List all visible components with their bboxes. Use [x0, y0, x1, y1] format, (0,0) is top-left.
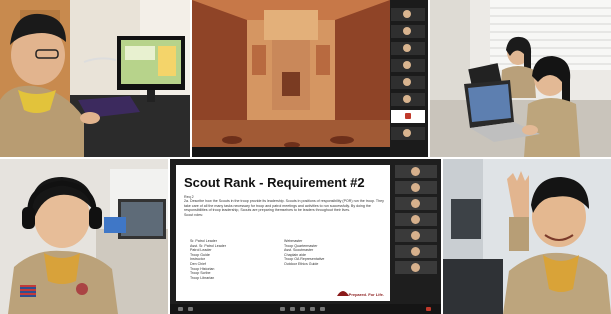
zoom-toolbar: [170, 304, 441, 314]
participant-thumbnail: [395, 181, 437, 194]
slide-body: Req 2 2a. Describe how the Scouts in the…: [184, 195, 384, 217]
participants-icon: [280, 307, 285, 311]
participant-thumbnail: [391, 110, 425, 123]
participant-thumbnail: [391, 127, 425, 140]
presentation-slide: Scout Rank - Requirement #2 Req 2 2a. De…: [176, 165, 390, 301]
participant-thumbnail: [391, 25, 425, 38]
end-call-icon: [426, 307, 431, 311]
participant-thumbnail: [391, 42, 425, 55]
reactions-icon: [320, 307, 325, 311]
participant-thumbnail: [395, 229, 437, 242]
ranks-left-list: Sr. Patrol Leader Asst. Sr. Patrol Leade…: [190, 239, 226, 280]
participant-thumbnail: [391, 8, 425, 21]
photo-girl-with-headphones: [0, 159, 168, 314]
share-screen-icon: [300, 307, 305, 311]
participant-thumbnail: [395, 165, 437, 178]
mute-icon: [178, 307, 183, 311]
participant-thumbnail: [391, 93, 425, 106]
slide-roles-label: Scout roles:: [184, 212, 203, 217]
photo-boy-waving: [443, 159, 611, 314]
boy-at-computer-scene: [0, 0, 190, 157]
ranks-right-list: Webmaster Troop Quartermaster Asst. Scou…: [284, 239, 324, 267]
participant-thumbnail: [395, 213, 437, 226]
photo-boy-at-computer: [0, 0, 190, 157]
zoom-game-screen: [192, 0, 428, 157]
record-icon: [310, 307, 315, 311]
participant-thumbnail: [391, 59, 425, 72]
girls-at-laptops-scene: [430, 0, 611, 157]
rank-item: Outdoor Ethics Guide: [284, 261, 319, 266]
participant-thumbnails: [391, 8, 425, 144]
game-scene-image: [192, 0, 390, 157]
video-icon: [188, 307, 193, 311]
boy-waving-scene: [443, 159, 611, 314]
participant-thumbnail: [391, 76, 425, 89]
rank-item: Troop Librarian: [190, 275, 215, 280]
zoom-presentation: Scout Rank - Requirement #2 Req 2 2a. De…: [170, 159, 441, 314]
participant-thumbnail: [395, 245, 437, 258]
chat-icon: [290, 307, 295, 311]
participant-thumbnail: [395, 261, 437, 274]
photo-collage: Scout Rank - Requirement #2 Req 2 2a. De…: [0, 0, 611, 314]
participant-thumbnails: [395, 165, 437, 277]
slide-req-text: 2a. Describe how the Scouts in the troop…: [184, 199, 384, 213]
photo-girls-at-laptops: [430, 0, 611, 157]
slide-footer: Prepared. For Life.: [348, 292, 384, 297]
participant-thumbnail: [395, 197, 437, 210]
slide-title: Scout Rank - Requirement #2: [184, 175, 365, 190]
girl-with-headphones-scene: [0, 159, 168, 314]
